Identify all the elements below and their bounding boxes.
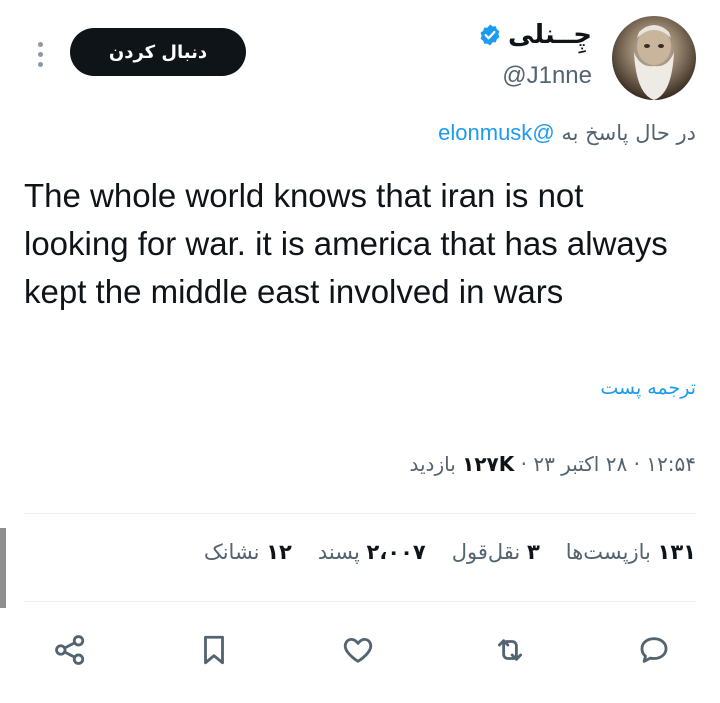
avatar[interactable]: [612, 16, 696, 100]
reposts-count: ۱۳۱: [657, 540, 696, 564]
avatar-photo-icon: [634, 25, 674, 100]
user-handle[interactable]: @J1nne: [502, 62, 592, 90]
bookmarks-label: نشانک: [203, 540, 260, 564]
meta-separator: ·: [520, 452, 527, 476]
bookmarks-stat[interactable]: ۱۲ نشانک: [204, 540, 292, 564]
tweet-time[interactable]: ۱۲:۵۴: [646, 452, 696, 476]
reply-icon: [640, 637, 668, 663]
meta-separator: ·: [633, 452, 640, 476]
tweet-meta: ۱۲:۵۴ · ۲۸ اکتبر ۲۳ · ۱۲۷K بازدید: [409, 452, 696, 476]
dot-icon: [37, 61, 43, 67]
mention-link[interactable]: @elonmusk: [438, 120, 555, 145]
tweet-date[interactable]: ۲۸ اکتبر ۲۳: [533, 452, 627, 476]
verified-badge-icon: [480, 24, 500, 46]
dot-icon: [37, 51, 43, 57]
likes-label: پسند: [317, 540, 360, 564]
views-label: بازدید: [409, 452, 456, 476]
follow-button[interactable]: دنبال کردن: [70, 28, 246, 76]
views-count: ۱۲۷K: [462, 452, 515, 476]
display-name-text: چِــنلی: [507, 20, 592, 50]
display-name[interactable]: چِــنلی: [478, 20, 592, 50]
repost-button[interactable]: [490, 630, 530, 670]
like-icon: [343, 637, 373, 663]
bookmark-button[interactable]: [194, 630, 234, 670]
reply-button[interactable]: [634, 630, 674, 670]
tweet-stats: ۱۳۱ بازپست‌ها ۳ نقل‌قول ۲،۰۰۷ پسند ۱۲ نش…: [204, 540, 696, 564]
share-button[interactable]: [50, 630, 90, 670]
tweet-text: The whole world knows that iran is not l…: [24, 177, 668, 311]
translate-post-link[interactable]: ترجمه پست: [600, 377, 696, 399]
more-options-button[interactable]: [28, 34, 52, 74]
replying-to-label: در حال پاسخ به: [561, 121, 696, 145]
dot-icon: [37, 41, 43, 47]
like-button[interactable]: [338, 630, 378, 670]
likes-stat[interactable]: ۲،۰۰۷ پسند: [318, 540, 426, 564]
divider: [24, 601, 696, 602]
replying-to: در حال پاسخ به @elonmusk: [438, 120, 696, 146]
likes-count: ۲،۰۰۷: [366, 540, 426, 564]
bookmark-icon: [204, 635, 224, 665]
quotes-label: نقل‌قول: [451, 540, 521, 564]
repost-icon: [497, 639, 523, 661]
window-edge: [0, 528, 6, 608]
bookmarks-count: ۱۲: [266, 540, 292, 564]
divider: [24, 513, 696, 514]
reposts-label: بازپست‌ها: [565, 540, 651, 564]
quotes-stat[interactable]: ۳ نقل‌قول: [452, 540, 540, 564]
share-icon: [55, 635, 85, 665]
reposts-stat[interactable]: ۱۳۱ بازپست‌ها: [566, 540, 696, 564]
quotes-count: ۳: [526, 540, 540, 564]
